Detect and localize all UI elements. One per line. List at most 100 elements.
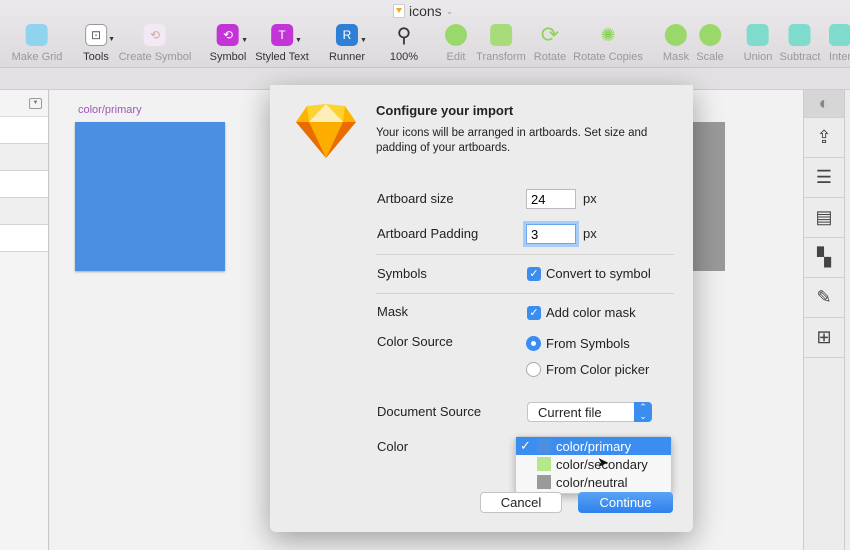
- layer-row[interactable]: [0, 144, 48, 171]
- export-icon[interactable]: ⇪: [804, 118, 844, 158]
- dropdown-arrow-icon: ▼: [108, 36, 115, 43]
- tools-icon: ⊡ ▼: [85, 24, 115, 46]
- document-source-label: Document Source: [377, 404, 482, 419]
- layer-row[interactable]: [0, 117, 48, 144]
- edit-artboard-icon[interactable]: ✎: [804, 278, 844, 318]
- menu-item-label: color/primary: [556, 438, 632, 454]
- artboard-color-neutral[interactable]: [690, 122, 725, 271]
- subtract-icon: [789, 24, 811, 46]
- divider: [376, 293, 674, 294]
- toolbar-100--button[interactable]: ⚲ 100%: [389, 24, 419, 64]
- mouse-cursor-icon: ➤: [597, 454, 609, 470]
- radio-from-color-picker[interactable]: From Color picker: [526, 362, 649, 377]
- toolbar-label: Create Symbol: [118, 51, 192, 63]
- menu-item-color-secondary[interactable]: color/secondary: [516, 455, 671, 473]
- toolbar-label: Subtract: [779, 51, 821, 63]
- add-color-mask-checkbox[interactable]: ✓ Add color mask: [527, 305, 636, 320]
- layers-header: ▼: [0, 90, 48, 117]
- runner-icon: R ▼: [335, 24, 367, 46]
- toolbar-subtract-button[interactable]: Subtract: [779, 24, 821, 63]
- toolbar-label: Styled Text: [255, 51, 309, 63]
- dropdown-arrow-icon: ▼: [295, 37, 302, 44]
- symbol-icon: ⟲ ▼: [217, 24, 248, 46]
- toolbar-rotate-copies-button[interactable]: ✺ Rotate Copies: [573, 24, 643, 64]
- intersect-icon: [828, 24, 850, 46]
- toolbar-inter-button[interactable]: Inter: [828, 24, 850, 63]
- toolbar-label: Scale: [696, 51, 724, 63]
- checkmark-icon: ✓: [527, 266, 541, 281]
- menu-item-color-neutral[interactable]: color/neutral: [516, 473, 671, 491]
- layer-row[interactable]: [0, 171, 48, 198]
- toolbar-label: Runner: [328, 51, 366, 63]
- inspector-tab-icon[interactable]: ◐: [804, 90, 844, 118]
- toolbar-rotate-button[interactable]: ⟳ Rotate: [533, 22, 567, 63]
- text-layout-icon[interactable]: ▤: [804, 198, 844, 238]
- mask-label: Mask: [377, 304, 409, 319]
- checkmark-icon: ✓: [527, 305, 541, 320]
- artboard-label[interactable]: color/primary: [78, 104, 142, 116]
- radio-selected-icon: [526, 336, 541, 351]
- toolbar-label: Mask: [662, 51, 690, 63]
- divider: [376, 254, 674, 255]
- edit-icon: [445, 24, 467, 46]
- toolbar-label: 100%: [389, 51, 419, 63]
- filter-dropdown-icon[interactable]: ▼: [29, 98, 42, 109]
- layers-panel: ▼: [0, 90, 49, 550]
- toolbar-label: Inter: [828, 51, 850, 63]
- menu-item-color-primary[interactable]: ✓ color/primary: [516, 437, 671, 455]
- scale-icon: [699, 24, 721, 46]
- toolbar-runner-button[interactable]: R ▼ Runner: [328, 24, 367, 63]
- dialog-title: Configure your import: [376, 103, 514, 118]
- window-title[interactable]: icons ⌄: [393, 3, 453, 19]
- toolbar-edit-button[interactable]: Edit: [445, 24, 467, 63]
- color-label: Color: [377, 439, 409, 454]
- artboard-padding-input[interactable]: [526, 224, 576, 244]
- toolbar-label: Union: [743, 51, 773, 63]
- layer-row[interactable]: [0, 225, 48, 252]
- toolbar-transform-button[interactable]: Transform: [476, 24, 526, 63]
- layers-stack-icon[interactable]: ☰: [804, 158, 844, 198]
- toolbar-create-symbol-button[interactable]: ⟲ Create Symbol: [118, 24, 192, 63]
- toolbar-label: Make Grid: [11, 51, 63, 63]
- inspector-toolbar: ◐ ⇪ ☰ ▤ ▚ ✎ ⊞: [803, 90, 845, 550]
- toolbar-make-grid-button[interactable]: Make Grid: [11, 24, 63, 63]
- window-title-text: icons: [409, 3, 442, 19]
- toolbar-scale-button[interactable]: Scale: [696, 24, 724, 63]
- artboard-size-label: Artboard size: [377, 191, 454, 206]
- sketch-document-icon: [393, 4, 405, 18]
- radio-label: From Color picker: [546, 362, 650, 377]
- toolbar-styled-text-button[interactable]: T ▼ Styled Text: [255, 24, 309, 63]
- toolbar-symbol-button[interactable]: ⟲ ▼ Symbol: [209, 24, 248, 63]
- toolbar-mask-button[interactable]: Mask: [663, 24, 689, 63]
- select-arrows-icon: ⌃ ⌄: [634, 402, 652, 422]
- select-value: Current file: [538, 405, 602, 420]
- color-swatch: [537, 475, 551, 489]
- cancel-button[interactable]: Cancel: [480, 492, 562, 513]
- layer-row[interactable]: [0, 198, 48, 225]
- zoom-icon: ⚲: [396, 24, 412, 47]
- import-dialog: Configure your import Your icons will be…: [270, 85, 693, 532]
- toolbar-union-button[interactable]: Union: [743, 24, 773, 63]
- dropdown-arrow-icon: ▼: [241, 37, 248, 44]
- artboard-size-input[interactable]: [526, 189, 576, 209]
- checkbox-label: Convert to symbol: [546, 266, 651, 281]
- add-image-icon[interactable]: ⊞: [804, 318, 844, 358]
- continue-button[interactable]: Continue: [578, 492, 673, 513]
- toolbar-label: Rotate: [533, 51, 567, 63]
- toolbar-label: Rotate Copies: [573, 51, 643, 63]
- transform-icon: [490, 24, 512, 46]
- sketch-logo-icon: [296, 104, 356, 158]
- menu-item-label: color/neutral: [556, 474, 628, 490]
- document-source-select[interactable]: Current file ⌃ ⌄: [527, 402, 652, 422]
- toolbar-label: Symbol: [209, 51, 247, 63]
- color-swatch: [537, 439, 551, 453]
- chevron-down-icon: ⌄: [445, 5, 454, 16]
- symbol-grid-icon[interactable]: ▚: [804, 238, 844, 278]
- size-unit: px: [583, 191, 597, 206]
- toolbar-tools-button[interactable]: ⊡ ▼ Tools: [83, 24, 115, 63]
- convert-to-symbol-checkbox[interactable]: ✓ Convert to symbol: [527, 266, 651, 281]
- checkmark-icon: ✓: [520, 438, 531, 453]
- toolbar-label: Edit: [446, 51, 466, 63]
- radio-from-symbols[interactable]: From Symbols: [526, 336, 630, 351]
- artboard-color-primary[interactable]: [75, 122, 225, 271]
